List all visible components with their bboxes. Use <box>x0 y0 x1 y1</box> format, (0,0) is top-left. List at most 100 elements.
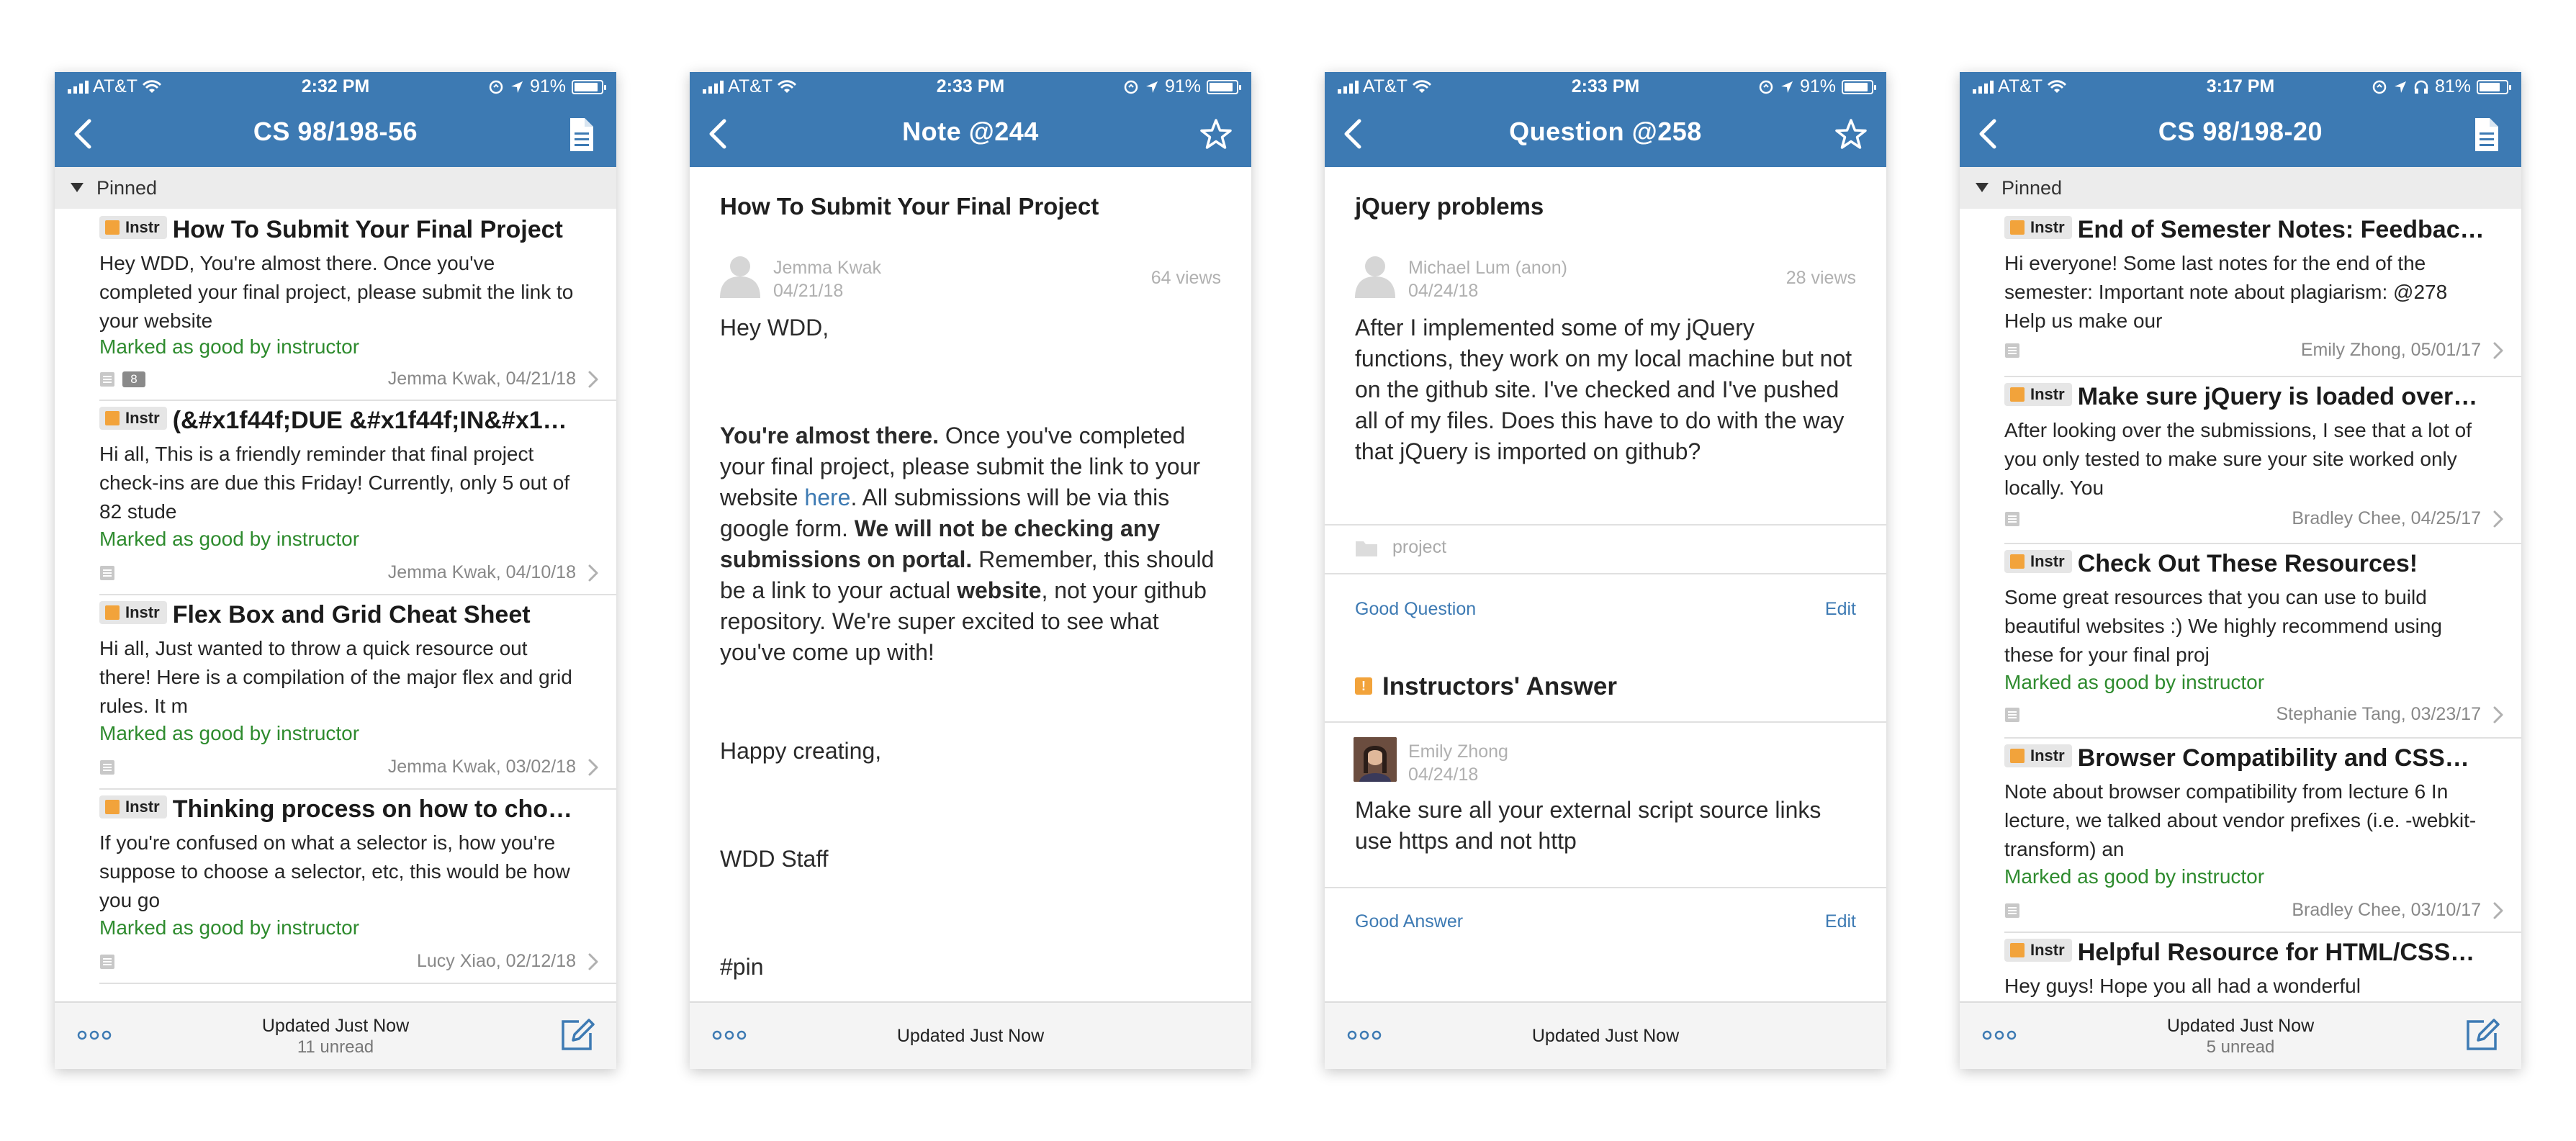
post-item[interactable]: Instr End of Semester Notes: Feedbac… Hi … <box>2004 209 2521 377</box>
document-icon[interactable] <box>564 117 598 153</box>
post-author: Stephanie Tang, 03/23/17 <box>2276 704 2481 724</box>
body-tag: #pin <box>720 954 764 980</box>
badge-square-icon <box>2010 387 2025 402</box>
divider <box>1325 721 1886 723</box>
badge-label: Instr <box>2030 384 2065 403</box>
post-title-row: Instr Thinking process on how to cho… <box>99 795 602 827</box>
battery-icon <box>1842 79 1876 94</box>
post-item[interactable]: Instr Flex Box and Grid Cheat Sheet Hi al… <box>99 594 616 790</box>
collapse-triangle-icon <box>1976 183 1989 192</box>
star-icon[interactable] <box>1834 117 1868 153</box>
battery-icon <box>2477 79 2511 94</box>
updated-status: Updated Just Now <box>1531 1026 1680 1046</box>
post-meta: Bradley Chee, 03/10/17 <box>2004 900 2521 921</box>
post-title: Make sure jQuery is loaded over… <box>2077 383 2478 410</box>
nav-header: AT&T 2:33 PM 91% Note @244 <box>690 72 1251 167</box>
post-title: How To Submit Your Final Project <box>172 216 563 243</box>
post-snippet: After looking over the submissions, I se… <box>2004 419 2472 499</box>
badge-square-icon <box>2010 942 2025 957</box>
bottom-toolbar: Updated Just Now <box>690 1001 1251 1069</box>
post-author: Emily Zhong, 05/01/17 <box>2300 340 2481 360</box>
post-meta: Stephanie Tang, 03/23/17 <box>2004 704 2521 726</box>
headphones-icon <box>2413 79 2429 95</box>
star-icon[interactable] <box>1199 117 1233 153</box>
orientation-lock-icon <box>1758 79 1774 95</box>
chevron-right-icon <box>2492 341 2504 360</box>
post-author-block: Michael Lum (anon) 04/24/18 <box>1408 256 1567 302</box>
orientation-lock-icon <box>2372 79 2387 95</box>
note-content: How To Submit Your Final Project Jemma K… <box>690 167 1251 1003</box>
edit-question-button[interactable]: Edit <box>1825 599 1856 620</box>
post-item[interactable]: Instr Helpful Resource for HTML/CSS… Hey … <box>2004 932 2521 1011</box>
battery-percent: 91% <box>1799 76 1836 96</box>
answer-author: Emily Zhong <box>1408 741 1508 762</box>
status-bar: AT&T 2:33 PM 91% <box>690 72 1251 101</box>
badge-square-icon <box>2010 220 2025 235</box>
post-author-block: Jemma Kwak 04/21/18 <box>773 256 881 302</box>
chevron-right-icon <box>2492 901 2504 920</box>
compose-icon[interactable] <box>2464 1017 2500 1053</box>
post-item[interactable]: Instr How To Submit Your Final Project He… <box>99 209 616 401</box>
instructor-badge: Instr <box>99 601 167 624</box>
post-title-row: Instr Make sure jQuery is loaded over… <box>2004 383 2507 415</box>
location-arrow-icon <box>1780 80 1794 94</box>
battery-icon <box>572 79 606 94</box>
badge-label: Instr <box>125 217 160 236</box>
post-title: Flex Box and Grid Cheat Sheet <box>172 601 531 628</box>
chevron-right-icon <box>2492 705 2504 724</box>
post-meta: Emily Zhong, 05/01/17 <box>2004 340 2521 361</box>
orientation-lock-icon <box>1123 79 1139 95</box>
nav-title: CS 98/198-20 <box>2158 117 2323 146</box>
nav-header: AT&T 2:33 PM 91% Question @258 <box>1325 72 1886 167</box>
badge-square-icon <box>105 220 120 235</box>
here-link[interactable]: here <box>804 484 850 510</box>
post-author: Lucy Xiao, 02/12/18 <box>417 951 576 971</box>
edit-answer-button[interactable]: Edit <box>1825 911 1856 932</box>
view-count: 28 views <box>1785 268 1856 288</box>
document-icon[interactable] <box>2469 117 2503 153</box>
badge-label: Instr <box>2030 746 2065 765</box>
unread-count: 5 unread <box>2206 1037 2275 1057</box>
post-title: Helpful Resource for HTML/CSS… <box>2077 939 2475 966</box>
nav-title: CS 98/198-56 <box>253 117 418 146</box>
note-icon <box>99 565 115 581</box>
instructor-badge: Instr <box>99 216 167 239</box>
pinned-section-header[interactable]: Pinned <box>55 167 616 209</box>
status-bar: AT&T 2:33 PM 91% <box>1325 72 1886 101</box>
folder-tag[interactable]: project <box>1392 537 1446 558</box>
post-snippet: Note about browser compatibility from le… <box>2004 780 2477 860</box>
post-item[interactable]: Instr Check Out These Resources! Some gre… <box>2004 543 2521 739</box>
bold-text: You're almost there. <box>720 423 939 448</box>
post-item[interactable]: Instr Browser Compatibility and CSS… Note… <box>2004 737 2521 933</box>
avatar <box>1354 737 1397 782</box>
post-title: jQuery problems <box>1355 193 1544 220</box>
post-item[interactable]: Instr Make sure jQuery is loaded over… Af… <box>2004 376 2521 544</box>
post-item[interactable]: Instr Thinking process on how to cho… If … <box>99 788 616 984</box>
note-icon <box>2004 903 2020 919</box>
divider <box>1325 573 1886 574</box>
view-count: 64 views <box>1150 268 1221 288</box>
pinned-section-header[interactable]: Pinned <box>1960 167 2521 209</box>
note-icon <box>2004 511 2020 527</box>
badge-square-icon <box>2010 748 2025 763</box>
post-item[interactable]: Instr (&#x1f44f;DUE &#x1f44f;IN&#x1… Hi a… <box>99 400 616 595</box>
question-body: After I implemented some of my jQuery fu… <box>1355 315 1852 464</box>
good-question-button[interactable]: Good Question <box>1355 599 1476 620</box>
post-author: Jemma Kwak, 04/10/18 <box>387 562 576 582</box>
note-icon <box>2004 343 2020 358</box>
badge-label: Instr <box>125 408 160 427</box>
nav-header: AT&T 2:32 PM 91% CS 98/198-56 <box>55 72 616 167</box>
body-closing: Happy creating, <box>720 738 882 764</box>
bottom-toolbar: Updated Just Now 5 unread <box>1960 1001 2521 1069</box>
post-snippet: If you're confused on what a selector is… <box>99 831 570 911</box>
good-answer-button[interactable]: Good Answer <box>1355 911 1463 932</box>
question-content: jQuery problems Michael Lum (anon) 04/24… <box>1325 167 1886 1003</box>
post-author: Bradley Chee, 03/10/17 <box>2292 900 2481 920</box>
post-meta: Bradley Chee, 04/25/17 <box>2004 508 2521 530</box>
location-arrow-icon <box>510 80 524 94</box>
screen-class-list-2: AT&T 3:17 PM 81% CS 98/198-20 Pinned Ins… <box>1960 72 2521 1069</box>
post-date: 04/21/18 <box>773 281 844 301</box>
updated-status: Updated Just Now <box>896 1026 1045 1046</box>
pinned-label: Pinned <box>2001 177 2063 199</box>
compose-icon[interactable] <box>559 1017 595 1053</box>
